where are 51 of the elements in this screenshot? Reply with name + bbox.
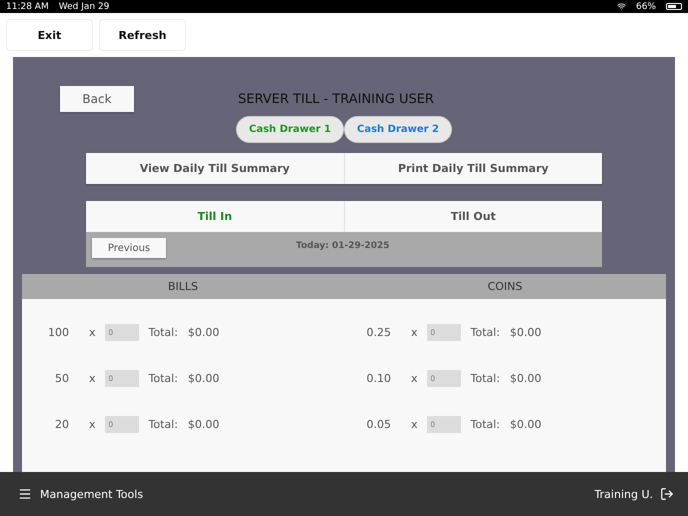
till-tab[interactable]: Till In <box>86 201 344 232</box>
till-tab[interactable]: Till Out <box>344 201 602 232</box>
times-sign: x <box>411 418 418 430</box>
status-date: Wed Jan 29 <box>58 2 110 12</box>
total-label: Total: <box>148 326 178 338</box>
total-amount: $0.00 <box>188 326 220 338</box>
times-sign: x <box>411 326 418 338</box>
today-date: Today: 01-29-2025 <box>296 241 390 251</box>
previous-day-button[interactable]: Previous <box>92 238 166 258</box>
denomination: 0.10 <box>366 372 391 384</box>
total-amount: $0.00 <box>510 418 542 430</box>
total-label: Total: <box>148 372 178 384</box>
management-tools-button[interactable]: Management Tools <box>18 487 144 501</box>
total-amount: $0.00 <box>188 418 220 430</box>
times-sign: x <box>89 418 96 430</box>
wifi-icon <box>616 2 626 11</box>
times-sign: x <box>89 326 96 338</box>
denomination: 0.25 <box>366 326 391 338</box>
battery-icon <box>666 3 682 10</box>
total-label: Total: <box>148 418 178 430</box>
denomination: 50 <box>54 372 69 384</box>
total-amount: $0.00 <box>510 372 542 384</box>
count-field[interactable]: 0 <box>426 416 461 432</box>
count-field[interactable]: 0 <box>426 324 461 340</box>
back-button[interactable]: Back <box>60 86 134 112</box>
count-field[interactable]: 0 <box>426 370 461 386</box>
denomination: 20 <box>54 418 69 430</box>
total-label: Total: <box>470 372 500 384</box>
count-field[interactable]: 0 <box>104 370 139 386</box>
user-logout-button[interactable]: Training U. <box>594 487 674 501</box>
page-title: SERVER TILL - TRAINING USER <box>238 92 434 106</box>
denomination: 0.05 <box>366 418 391 430</box>
battery-percent: 66% <box>636 2 656 12</box>
column-heading: COINS <box>486 279 524 295</box>
total-amount: $0.00 <box>188 372 220 384</box>
toolbar-button[interactable]: Exit <box>6 19 93 51</box>
menu-icon <box>18 487 32 501</box>
toolbar-button[interactable]: Refresh <box>99 19 186 51</box>
column-heading: BILLS <box>166 279 200 295</box>
times-sign: x <box>411 372 418 384</box>
total-label: Total: <box>470 418 500 430</box>
denomination: 100 <box>47 326 69 338</box>
count-field[interactable]: 0 <box>104 416 139 432</box>
summary-button[interactable]: View Daily Till Summary <box>86 153 344 184</box>
count-field[interactable]: 0 <box>104 324 139 340</box>
total-label: Total: <box>470 326 500 338</box>
logout-icon <box>660 487 674 501</box>
total-amount: $0.00 <box>510 326 542 338</box>
summary-button[interactable]: Print Daily Till Summary <box>344 153 602 184</box>
times-sign: x <box>89 372 96 384</box>
status-time: 11:28 AM <box>6 2 49 12</box>
